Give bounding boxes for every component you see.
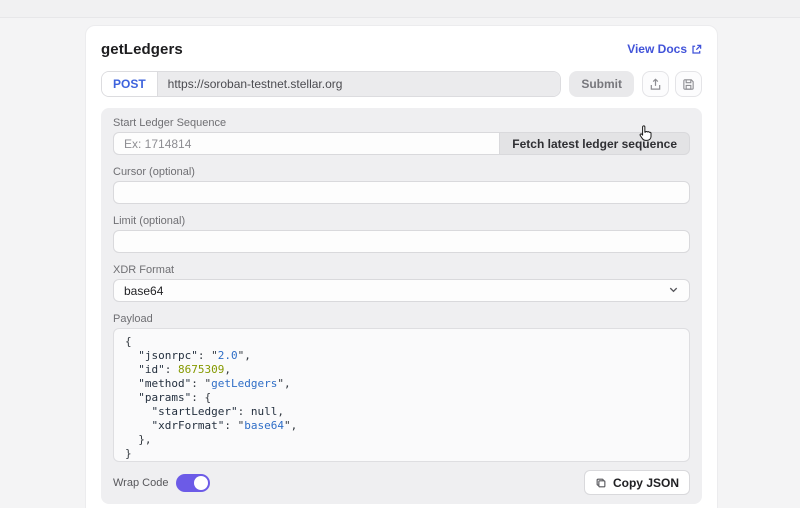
cursor-field: Cursor (optional) bbox=[113, 166, 690, 204]
params-panel: Start Ledger Sequence Fetch latest ledge… bbox=[101, 108, 702, 504]
page-title: getLedgers bbox=[101, 41, 183, 58]
copy-json-button[interactable]: Copy JSON bbox=[584, 470, 690, 495]
copy-json-label: Copy JSON bbox=[613, 476, 679, 490]
view-docs-label: View Docs bbox=[627, 42, 687, 56]
start-ledger-field: Start Ledger Sequence Fetch latest ledge… bbox=[113, 117, 690, 155]
toggle-knob bbox=[194, 476, 208, 490]
wrap-code-toggle[interactable] bbox=[176, 474, 210, 492]
payload-field: Payload { "jsonrpc": "2.0", "id": 867530… bbox=[113, 313, 690, 462]
endpoint-group: POST https://soroban-testnet.stellar.org bbox=[101, 71, 561, 97]
request-bar: POST https://soroban-testnet.stellar.org… bbox=[101, 71, 702, 97]
payload-label: Payload bbox=[113, 313, 690, 325]
cursor-input[interactable] bbox=[113, 181, 690, 204]
external-link-icon bbox=[691, 44, 702, 55]
payload-code[interactable]: { "jsonrpc": "2.0", "id": 8675309, "meth… bbox=[113, 328, 690, 462]
code-line: "jsonrpc": "2.0", bbox=[125, 349, 678, 363]
start-ledger-input[interactable] bbox=[113, 132, 500, 155]
wrap-code-label: Wrap Code bbox=[113, 477, 168, 489]
start-ledger-label: Start Ledger Sequence bbox=[113, 117, 690, 129]
share-button[interactable] bbox=[642, 71, 669, 97]
save-icon bbox=[682, 78, 695, 91]
url-input[interactable]: https://soroban-testnet.stellar.org bbox=[158, 72, 561, 96]
share-icon bbox=[649, 78, 662, 91]
wrap-code-group: Wrap Code bbox=[113, 474, 210, 492]
page-header-divider bbox=[0, 0, 800, 18]
method-badge: POST bbox=[102, 72, 158, 96]
panel-footer: Wrap Code Copy JSON bbox=[113, 470, 690, 495]
view-docs-link[interactable]: View Docs bbox=[627, 42, 702, 56]
chevron-down-icon bbox=[668, 284, 679, 298]
xdr-format-select[interactable]: base64 bbox=[113, 279, 690, 302]
xdr-format-label: XDR Format bbox=[113, 264, 690, 276]
code-line: }, bbox=[125, 433, 678, 447]
xdr-format-field: XDR Format base64 bbox=[113, 264, 690, 302]
code-line: "id": 8675309, bbox=[125, 363, 678, 377]
method-card: getLedgers View Docs POST https://soroba… bbox=[85, 25, 718, 508]
limit-label: Limit (optional) bbox=[113, 215, 690, 227]
code-line: "params": { bbox=[125, 391, 678, 405]
limit-input[interactable] bbox=[113, 230, 690, 253]
limit-field: Limit (optional) bbox=[113, 215, 690, 253]
xdr-format-selected-value: base64 bbox=[124, 284, 163, 298]
code-line: } bbox=[125, 447, 678, 461]
copy-icon bbox=[595, 477, 607, 489]
code-line: "xdrFormat": "base64", bbox=[125, 419, 678, 433]
payload-code-lines: { "jsonrpc": "2.0", "id": 8675309, "meth… bbox=[125, 335, 678, 461]
cursor-label: Cursor (optional) bbox=[113, 166, 690, 178]
code-line: "method": "getLedgers", bbox=[125, 377, 678, 391]
code-line: { bbox=[125, 335, 678, 349]
fetch-latest-ledger-button[interactable]: Fetch latest ledger sequence bbox=[500, 132, 690, 155]
submit-button[interactable]: Submit bbox=[569, 71, 634, 97]
card-header: getLedgers View Docs bbox=[101, 38, 702, 60]
save-button[interactable] bbox=[675, 71, 702, 97]
code-line: "startLedger": null, bbox=[125, 405, 678, 419]
